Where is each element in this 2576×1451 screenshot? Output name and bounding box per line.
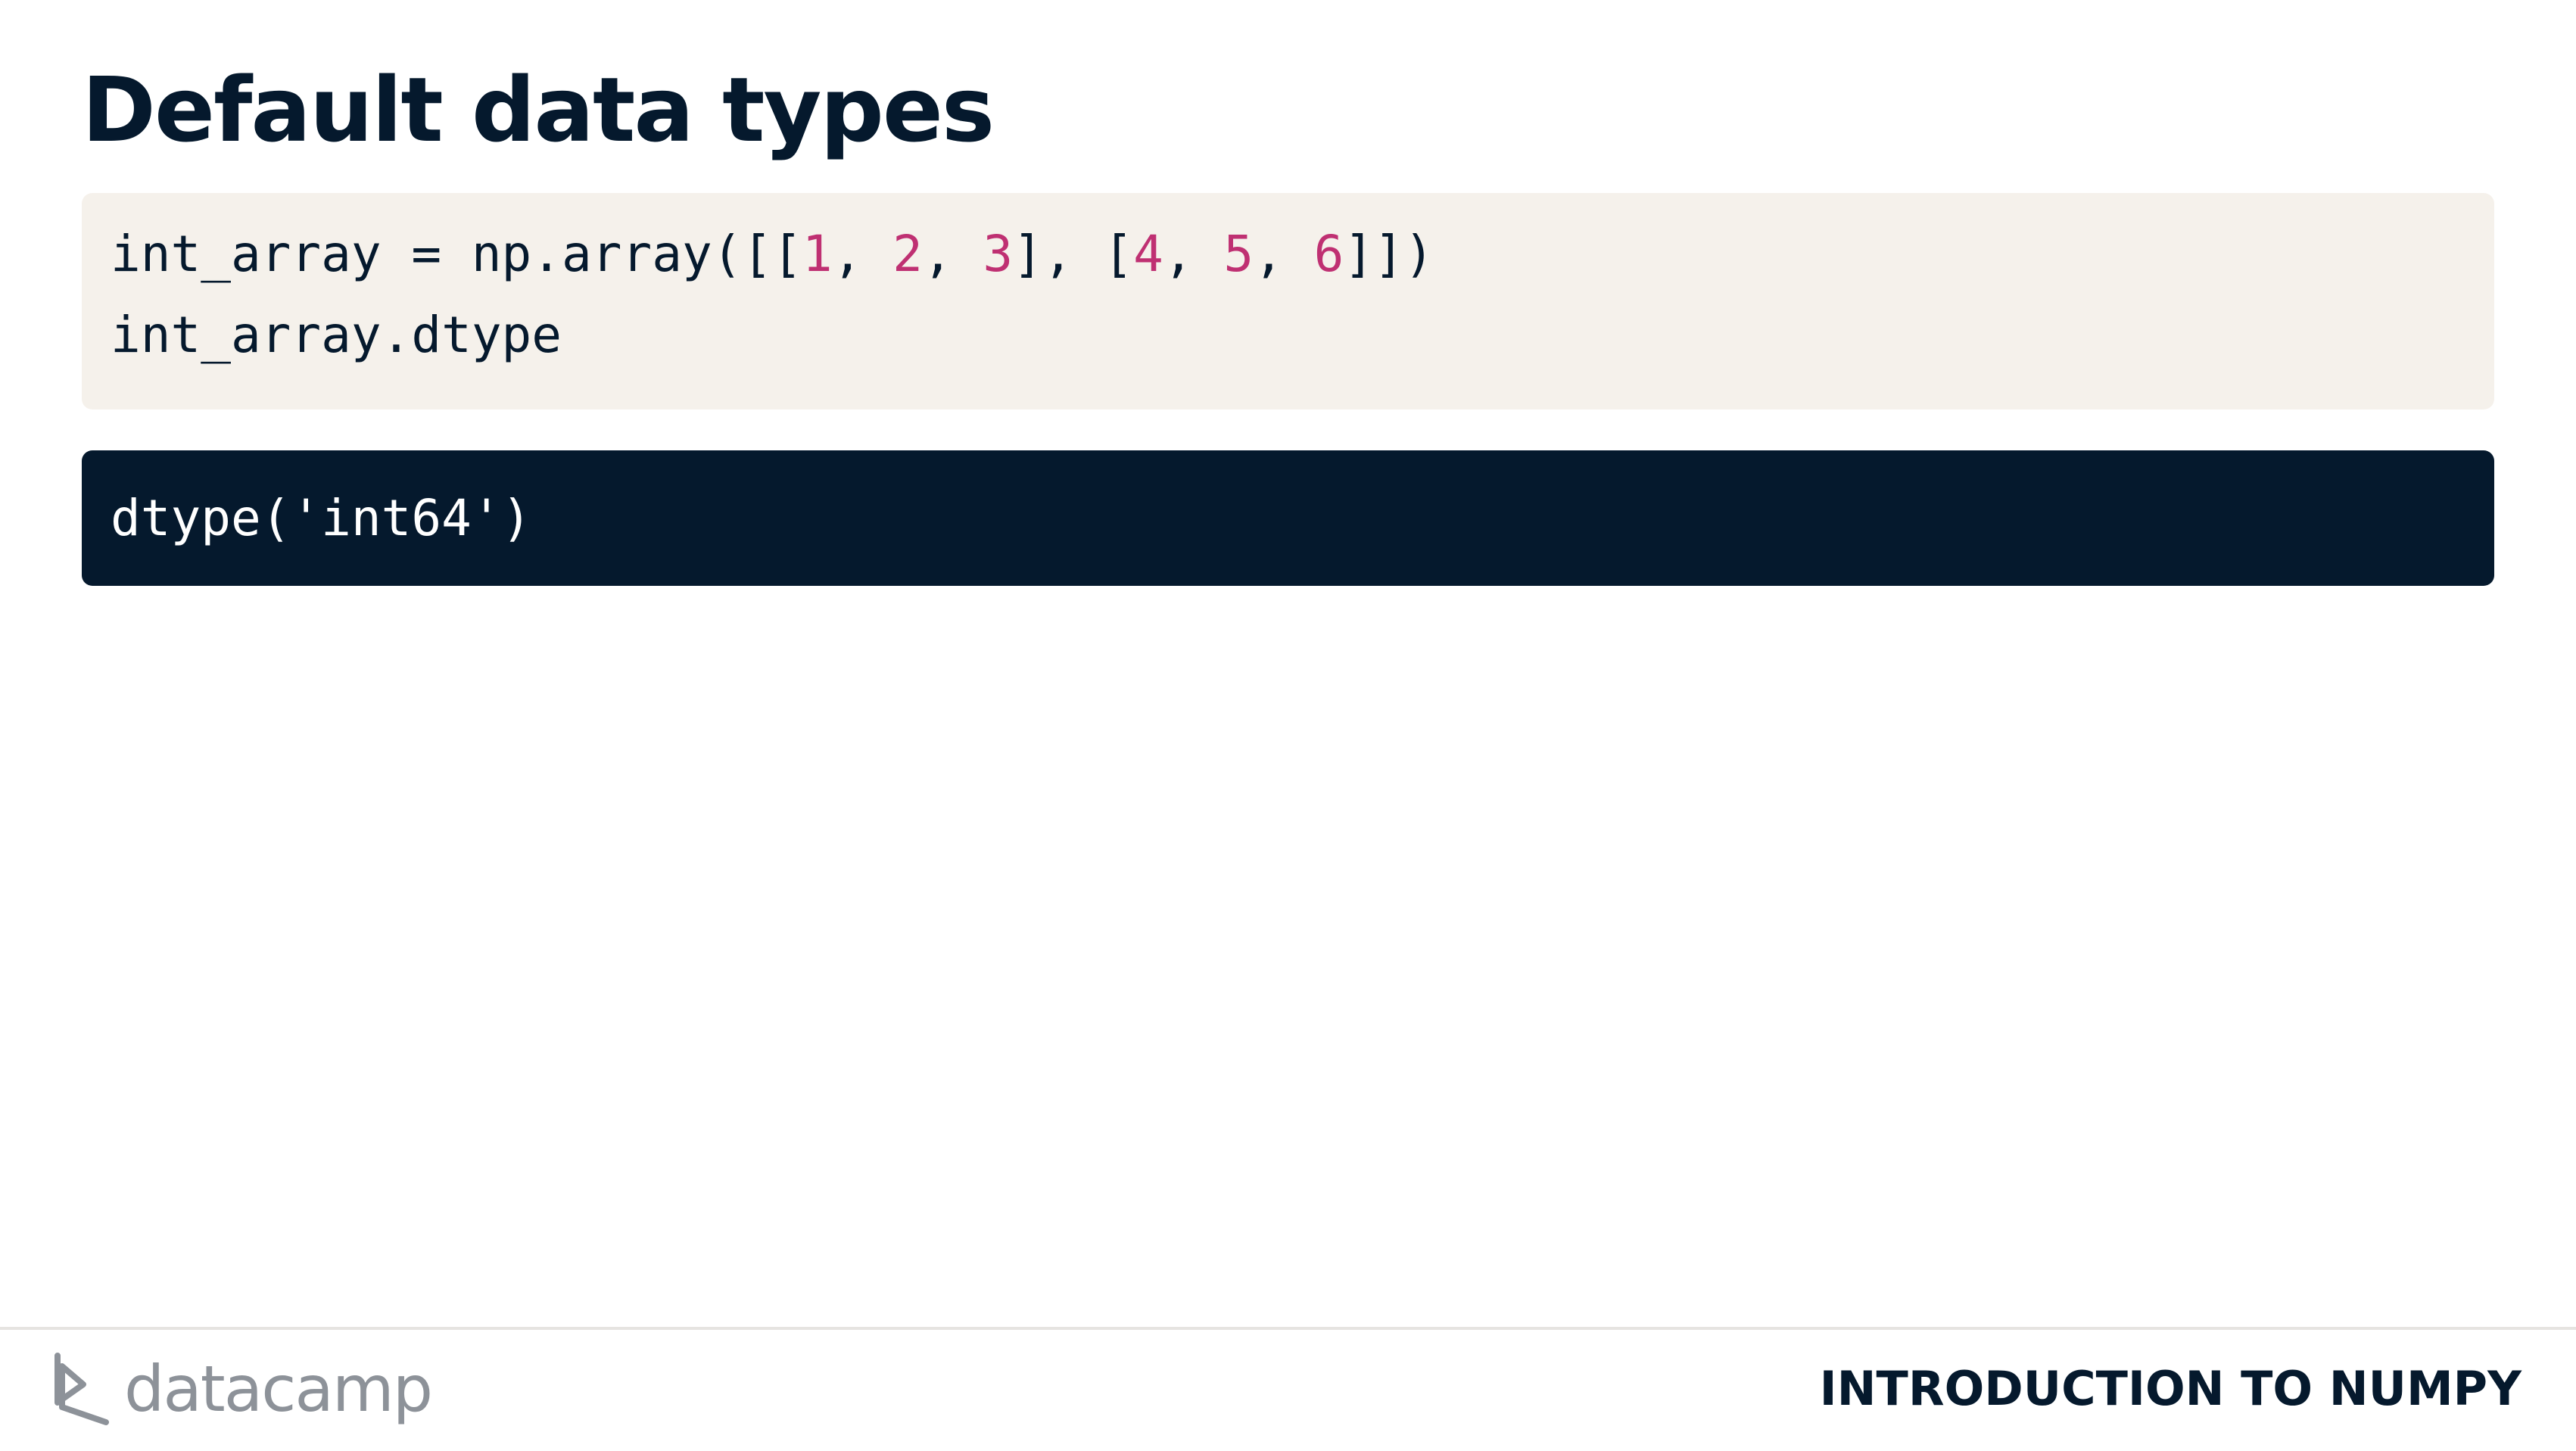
logo-text: datacamp: [124, 1352, 433, 1426]
output-line: dtype('int64'): [111, 489, 532, 547]
course-title: INTRODUCTION TO NUMPY: [1819, 1361, 2521, 1416]
output-block: dtype('int64'): [82, 450, 2494, 586]
datacamp-logo-icon: [55, 1353, 109, 1425]
code-text: ,: [1163, 225, 1224, 283]
number-literal: 2: [892, 225, 923, 283]
code-text: ,: [922, 225, 983, 283]
number-literal: 5: [1223, 225, 1254, 283]
number-literal: 6: [1313, 225, 1344, 283]
number-literal: 4: [1133, 225, 1163, 283]
code-block: int_array = np.array([[1, 2, 3], [4, 5, …: [82, 193, 2494, 409]
slide-title: Default data types: [82, 58, 995, 162]
footer-divider: [0, 1327, 2576, 1330]
code-text: ], [: [1013, 225, 1134, 283]
code-text: int_array = np.array([[: [111, 225, 802, 283]
code-line-1: int_array = np.array([[1, 2, 3], [4, 5, …: [111, 224, 1434, 285]
datacamp-logo: datacamp: [53, 1351, 433, 1427]
number-literal: 1: [802, 225, 833, 283]
code-text: ]]): [1344, 225, 1434, 283]
code-text: ,: [832, 225, 893, 283]
number-literal: 3: [983, 225, 1014, 283]
code-line-2: int_array.dtype: [111, 306, 562, 364]
code-text: ,: [1254, 225, 1314, 283]
